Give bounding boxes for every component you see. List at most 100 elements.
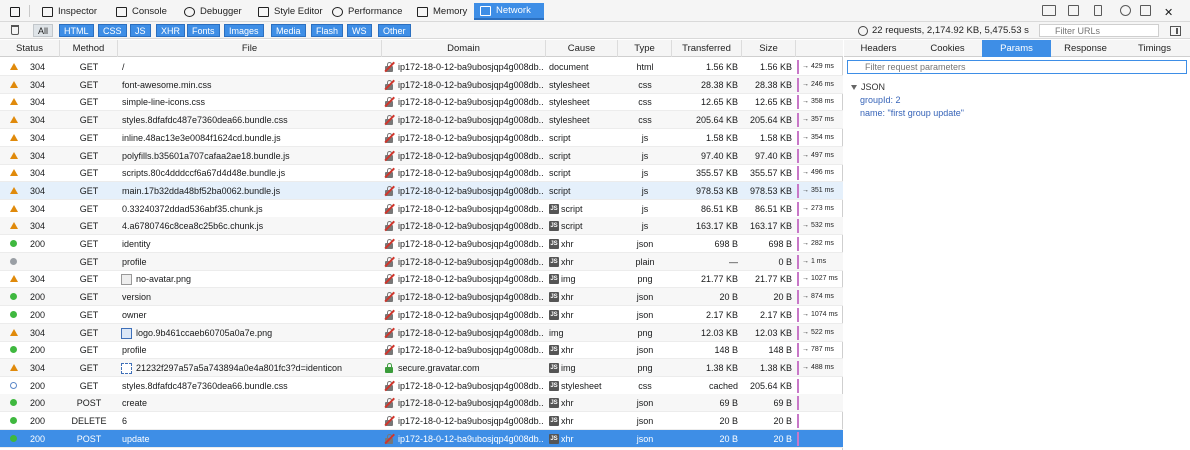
request-row[interactable]: 200 POST update ip172-18-0-12-ba9ubosjqp4g0…: [0, 429, 843, 448]
tab-debugger[interactable]: Debugger: [178, 3, 248, 20]
status-code: 304: [30, 221, 46, 232]
content-type: png: [637, 362, 653, 373]
settings-gear-icon[interactable]: [1120, 5, 1131, 16]
filter-type-ws[interactable]: WS: [347, 24, 372, 37]
details-tab-params[interactable]: Params: [982, 40, 1051, 57]
status-indicator-icon: [10, 204, 18, 212]
request-row[interactable]: 304 GET styles.8dfafdc487e7360dea66.bundle…: [0, 111, 843, 130]
js-stack-icon[interactable]: JS: [549, 239, 559, 249]
waterfall-bar: [797, 77, 799, 92]
filter-type-xhr[interactable]: XHR: [156, 24, 186, 37]
waterfall-time: → 787 ms: [802, 346, 834, 354]
filter-params-input[interactable]: [847, 60, 1187, 74]
close-icon[interactable]: ✕: [1164, 4, 1173, 20]
column-header-type[interactable]: Type: [618, 40, 672, 57]
waterfall-time: → 358 ms: [802, 98, 834, 106]
js-stack-icon[interactable]: JS: [549, 221, 559, 232]
filter-type-all[interactable]: All: [33, 24, 54, 37]
js-stack-icon[interactable]: JS: [549, 416, 559, 426]
request-row[interactable]: 304 GET 4.a6780746c8cea8c25b6c.chunk.js ip1…: [0, 217, 843, 236]
filter-urls-input[interactable]: [1039, 24, 1159, 37]
dock-options-icon[interactable]: [1042, 5, 1056, 16]
request-row[interactable]: 304 GET 0.33240372ddad536abf35.chunk.js ip1…: [0, 200, 843, 218]
request-row[interactable]: 200 GET styles.8dfafdc487e7360dea66.bundle…: [0, 377, 843, 395]
request-row[interactable]: 304 GET scripts.80c4dddccf6a67d4d48e.bundl…: [0, 164, 843, 183]
json-section-header[interactable]: JSON: [851, 82, 885, 92]
http-method: GET: [79, 168, 99, 179]
request-row[interactable]: 200 GET identity ip172-18-0-12-ba9ubosjqp4g…: [0, 235, 843, 253]
js-stack-icon[interactable]: JS: [549, 345, 559, 356]
filter-type-html[interactable]: HTML: [59, 24, 94, 37]
tab-memory[interactable]: Memory: [411, 3, 473, 20]
request-row[interactable]: 304 GET / ip172-18-0-12-ba9ubosjqp4g008db..…: [0, 58, 843, 76]
status-indicator-icon: [10, 417, 17, 424]
file-name: /: [122, 62, 125, 72]
request-row[interactable]: 304 GET simple-line-icons.css ip172-18-0-12…: [0, 93, 843, 112]
request-row[interactable]: 200 DELETE 6 ip172-18-0-12-ba9ubosjqp4g008d…: [0, 412, 843, 430]
filter-type-fonts[interactable]: Fonts: [187, 24, 220, 37]
details-tab-headers[interactable]: Headers: [844, 40, 913, 57]
content-size: 163.17 KB: [749, 221, 792, 232]
js-stack-icon[interactable]: JS: [549, 380, 559, 391]
filter-type-flash[interactable]: Flash: [311, 24, 344, 37]
js-stack-icon[interactable]: JS: [549, 362, 559, 373]
dock-side-icon[interactable]: [1140, 5, 1151, 16]
json-param-row[interactable]: groupId: 2: [860, 95, 901, 105]
request-row[interactable]: 200 GET version ip172-18-0-12-ba9ubosjqp4g0…: [0, 288, 843, 307]
filter-type-js[interactable]: JS: [130, 24, 151, 37]
column-header-cause[interactable]: Cause: [546, 40, 618, 57]
request-row[interactable]: 304 GET logo.9b461ccaeb60705a0a7e.png ip172…: [0, 323, 843, 342]
request-row[interactable]: 304 GET 21232f297a57a5a743894a0e4a801fc3?d…: [0, 358, 843, 377]
toggle-sidebar-icon[interactable]: [1170, 26, 1181, 36]
split-console-icon[interactable]: [1068, 5, 1079, 16]
column-header-domain[interactable]: Domain: [382, 40, 546, 57]
js-stack-icon[interactable]: JS: [549, 398, 559, 409]
request-domain: ip172-18-0-12-ba9ubosjqp4g008db...: [398, 185, 544, 196]
filter-type-other[interactable]: Other: [378, 24, 411, 37]
request-row[interactable]: 304 GET main.17b32dda48bf52ba0062.bundle.j…: [0, 181, 843, 200]
column-header-size[interactable]: Size: [742, 40, 796, 57]
js-stack-icon[interactable]: JS: [549, 433, 559, 444]
column-header-waterfall[interactable]: [796, 40, 843, 57]
js-stack-icon[interactable]: JS: [549, 309, 559, 320]
param-key: name: [860, 108, 883, 118]
details-tab-timings[interactable]: Timings: [1120, 40, 1189, 57]
request-row[interactable]: GET profile ip172-18-0-12-ba9ubosjqp4g008d…: [0, 252, 843, 271]
filter-type-media[interactable]: Media: [271, 24, 306, 37]
status-indicator-icon: [10, 133, 18, 141]
column-header-status[interactable]: Status: [0, 40, 60, 57]
request-row[interactable]: 200 GET owner ip172-18-0-12-ba9ubosjqp4g008…: [0, 306, 843, 324]
details-tab-response[interactable]: Response: [1051, 40, 1120, 57]
column-header-method[interactable]: Method: [60, 40, 118, 57]
tab-style-editor[interactable]: Style Editor: [252, 3, 329, 20]
js-stack-icon[interactable]: JS: [549, 256, 559, 267]
tab-inspector[interactable]: Inspector: [36, 3, 103, 20]
tab-console[interactable]: Console: [110, 3, 173, 20]
request-row[interactable]: 304 GET inline.48ac13e3e0084f1624cd.bundle…: [0, 129, 843, 147]
tab-network[interactable]: Network: [474, 3, 544, 20]
status-indicator-icon: [10, 275, 18, 283]
request-row[interactable]: 304 GET font-awesome.min.css ip172-18-0-12-…: [0, 75, 843, 94]
js-stack-icon[interactable]: JS: [549, 203, 559, 214]
performance-gauge-icon[interactable]: [858, 25, 868, 36]
js-stack-icon[interactable]: JS: [549, 292, 559, 303]
pick-element-icon[interactable]: [10, 4, 20, 20]
filter-type-images[interactable]: Images: [224, 24, 264, 37]
clear-trash-icon[interactable]: [11, 25, 19, 35]
js-stack-icon[interactable]: JS: [549, 274, 559, 285]
waterfall-bar: [797, 414, 799, 428]
tab-performance[interactable]: Performance: [326, 3, 408, 20]
column-header-file[interactable]: File: [118, 40, 382, 57]
transferred-size: 28.38 KB: [700, 79, 738, 90]
column-header-transferred[interactable]: Transferred: [672, 40, 742, 57]
responsive-mode-icon[interactable]: [1094, 5, 1102, 16]
filter-type-css[interactable]: CSS: [98, 24, 127, 37]
json-param-row[interactable]: name: "first group update": [860, 108, 964, 118]
request-row[interactable]: 200 POST create ip172-18-0-12-ba9ubosjqp4g0…: [0, 394, 843, 413]
request-row[interactable]: 304 GET no-avatar.png ip172-18-0-12-ba9ubos…: [0, 270, 843, 289]
request-row[interactable]: 304 GET polyfills.b35601a707cafaa2ae18.bun…: [0, 146, 843, 165]
details-tab-cookies[interactable]: Cookies: [913, 40, 982, 57]
http-method: GET: [79, 345, 99, 356]
request-row[interactable]: 200 GET profile ip172-18-0-12-ba9ubosjqp4g0…: [0, 341, 843, 360]
content-size: 28.38 KB: [754, 79, 792, 90]
